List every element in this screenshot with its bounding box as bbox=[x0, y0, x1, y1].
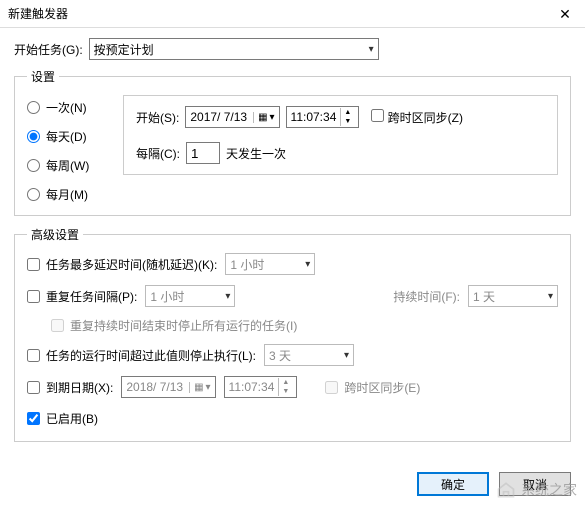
duration-dropdown: 1 天 ▾ bbox=[468, 285, 558, 307]
schedule-once[interactable]: 一次(N) bbox=[27, 99, 107, 116]
start-time-picker[interactable]: 11:07:34 ▲▼ bbox=[286, 106, 360, 128]
ok-button[interactable]: 确定 bbox=[417, 472, 489, 496]
close-button[interactable]: ✕ bbox=[545, 0, 585, 28]
window-title: 新建触发器 bbox=[8, 5, 545, 22]
expire-checkbox[interactable]: 到期日期(X): bbox=[27, 379, 113, 396]
delay-dropdown: 1 小时 ▾ bbox=[225, 253, 315, 275]
start-label: 开始(S): bbox=[136, 109, 179, 126]
chevron-down-icon: ▾ bbox=[305, 259, 310, 270]
schedule-weekly[interactable]: 每周(W) bbox=[27, 157, 107, 174]
chevron-down-icon: ▾ bbox=[369, 44, 374, 55]
spinner-icon: ▲▼ bbox=[340, 108, 354, 126]
title-bar: 新建触发器 ✕ bbox=[0, 0, 585, 28]
repeat-interval-dropdown: 1 小时 ▾ bbox=[145, 285, 235, 307]
schedule-daily[interactable]: 每天(D) bbox=[27, 128, 107, 145]
start-date-picker[interactable]: 2017/ 7/13 ▦▾ bbox=[185, 106, 279, 128]
enabled-checkbox[interactable]: 已启用(B) bbox=[27, 410, 98, 427]
duration-label: 持续时间(F): bbox=[393, 288, 460, 305]
cancel-button[interactable]: 取消 bbox=[499, 472, 571, 496]
spinner-icon: ▲▼ bbox=[278, 378, 292, 396]
stop-if-checkbox[interactable]: 任务的运行时间超过此值则停止执行(L): bbox=[27, 347, 256, 364]
recur-label: 每隔(C): bbox=[136, 145, 180, 162]
settings-group: 设置 一次(N) 每天(D) 每周(W) 每月(M) 开始(S): 2017/ … bbox=[14, 68, 571, 216]
expire-time-picker: 11:07:34 ▲▼ bbox=[224, 376, 298, 398]
schedule-monthly[interactable]: 每月(M) bbox=[27, 186, 107, 203]
chevron-down-icon: ▾ bbox=[344, 350, 349, 361]
start-time-value: 11:07:34 bbox=[291, 110, 337, 124]
stop-if-dropdown: 3 天 ▾ bbox=[264, 344, 354, 366]
begin-task-dropdown[interactable]: 按预定计划 ▾ bbox=[89, 38, 379, 60]
chevron-down-icon: ▾ bbox=[225, 291, 230, 302]
recur-input[interactable] bbox=[186, 142, 220, 164]
calendar-icon: ▦▾ bbox=[253, 112, 274, 123]
start-date-value: 2017/ 7/13 bbox=[190, 110, 247, 124]
sync-tz-checkbox[interactable]: 跨时区同步(Z) bbox=[371, 109, 463, 126]
recur-suffix: 天发生一次 bbox=[226, 145, 286, 162]
stop-all-checkbox: 重复持续时间结束时停止所有运行的任务(I) bbox=[51, 317, 297, 334]
expire-sync-tz-checkbox: 跨时区同步(E) bbox=[325, 379, 420, 396]
settings-legend: 设置 bbox=[27, 68, 59, 85]
advanced-legend: 高级设置 bbox=[27, 226, 83, 243]
calendar-icon: ▦▾ bbox=[189, 382, 210, 393]
expire-date-picker: 2018/ 7/13 ▦▾ bbox=[121, 376, 215, 398]
begin-task-label: 开始任务(G): bbox=[14, 41, 83, 58]
begin-task-value: 按预定计划 bbox=[94, 41, 154, 58]
advanced-group: 高级设置 任务最多延迟时间(随机延迟)(K): 1 小时 ▾ 重复任务间隔(P)… bbox=[14, 226, 571, 442]
chevron-down-icon: ▾ bbox=[548, 291, 553, 302]
repeat-checkbox[interactable]: 重复任务间隔(P): bbox=[27, 288, 137, 305]
delay-checkbox[interactable]: 任务最多延迟时间(随机延迟)(K): bbox=[27, 256, 217, 273]
